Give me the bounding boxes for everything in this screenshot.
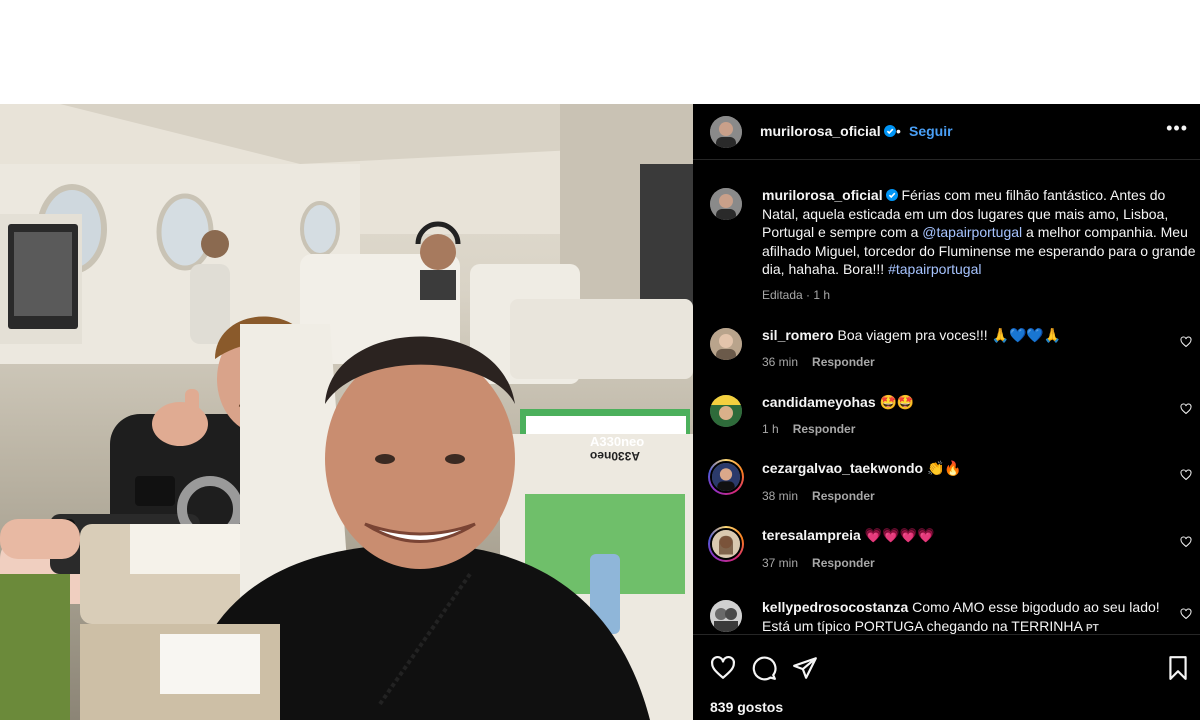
comment-body: 💗💗💗💗 — [864, 527, 935, 543]
reply-button[interactable]: Responder — [793, 422, 856, 436]
heart-icon[interactable] — [1180, 536, 1192, 548]
comment-text: sil_romero Boa viagem pra voces!!! 🙏💙💙🙏 — [762, 326, 1172, 345]
avatar-image — [710, 188, 742, 220]
comment-time: 1 h — [762, 422, 779, 436]
follow-button[interactable]: Seguir — [909, 123, 953, 139]
comment-meta: 38 min Responder — [762, 489, 875, 503]
commenter-username[interactable]: sil_romero — [762, 327, 834, 343]
photo-label-2: A330neo — [590, 449, 640, 463]
comment-text: teresalampreia 💗💗💗💗 — [762, 526, 1172, 545]
author-avatar[interactable] — [710, 116, 742, 148]
avatar-image — [710, 395, 742, 427]
comment-meta: 1 h Responder — [762, 422, 855, 436]
story-ring[interactable] — [708, 526, 744, 562]
commenter-avatar — [710, 461, 742, 493]
verified-badge-icon — [885, 189, 898, 201]
comment-body: Boa viagem pra voces!!! 🙏💙💙🙏 — [837, 327, 1062, 343]
author-username-text: murilorosa_oficial — [760, 123, 881, 139]
caption-time: 1 h — [813, 287, 831, 302]
commenter-avatar[interactable] — [710, 600, 742, 632]
heart-icon[interactable] — [1180, 403, 1192, 415]
caption-mention-link[interactable]: @tapairportugal — [922, 224, 1022, 240]
heart-icon[interactable] — [1180, 469, 1192, 481]
reply-button[interactable]: Responder — [812, 556, 875, 570]
action-bar: 839 gostos — [693, 634, 1200, 720]
comment-time: 36 min — [762, 355, 799, 369]
heart-icon[interactable] — [710, 655, 736, 681]
avatar-image — [712, 463, 740, 491]
post-header: murilorosa_oficial • Seguir ••• — [693, 104, 1200, 160]
commenter-username[interactable]: cezargalvao_taekwondo — [762, 460, 923, 476]
commenter-username[interactable]: candidameyohas — [762, 394, 876, 410]
post-photo[interactable]: A330neo A330neo — [0, 104, 693, 720]
reply-button[interactable]: Responder — [812, 489, 875, 503]
language-tag: PT — [1085, 622, 1099, 634]
story-ring[interactable] — [708, 459, 744, 495]
bookmark-icon[interactable] — [1165, 655, 1191, 681]
caption-body: murilorosa_oficial Férias com meu filhão… — [762, 186, 1200, 304]
avatar-image — [710, 116, 742, 148]
comment-text: candidameyohas 🤩🤩 — [762, 393, 1172, 412]
commenter-avatar[interactable] — [710, 328, 742, 360]
author-username[interactable]: murilorosa_oficial — [760, 123, 896, 139]
caption-username[interactable]: murilorosa_oficial — [762, 187, 883, 203]
verified-badge-icon — [883, 125, 896, 137]
caption-meta: Editada · 1 h — [762, 287, 831, 302]
photo-label-1: A330neo — [590, 434, 644, 449]
heart-icon[interactable] — [1180, 336, 1192, 348]
avatar-image — [710, 600, 742, 632]
comment-time: 37 min — [762, 556, 799, 570]
reply-button[interactable]: Responder — [812, 355, 875, 369]
comment-time: 38 min — [762, 489, 799, 503]
separator-dot: • — [896, 123, 901, 139]
caption-hashtag-link[interactable]: #tapairportugal — [888, 261, 981, 277]
commenter-username[interactable]: kellypedrosocostanza — [762, 599, 908, 615]
commenter-avatar[interactable] — [710, 395, 742, 427]
comment-meta: 36 min Responder — [762, 355, 875, 369]
heart-icon[interactable] — [1180, 608, 1192, 620]
comment-meta: 37 min Responder — [762, 556, 875, 570]
comment-text: cezargalvao_taekwondo 👏🔥 — [762, 459, 1172, 478]
avatar-image — [710, 328, 742, 360]
avatar-image — [712, 530, 740, 558]
comment-text: kellypedrosocostanza Como AMO esse bigod… — [762, 598, 1172, 638]
post-side-panel: murilorosa_oficial • Seguir ••• muriloro… — [693, 104, 1200, 720]
edited-label: Editada — [762, 287, 803, 302]
commenter-username[interactable]: teresalampreia — [762, 527, 861, 543]
more-options-icon[interactable]: ••• — [1166, 118, 1188, 139]
commenter-avatar — [710, 528, 742, 560]
share-icon[interactable] — [792, 655, 818, 681]
likes-count[interactable]: 839 gostos — [710, 699, 783, 715]
comment-body: 👏🔥 — [926, 460, 962, 476]
caption-author-avatar[interactable] — [710, 188, 742, 220]
post-photo-illustration: A330neo A330neo — [0, 104, 693, 720]
comment-body: 🤩🤩 — [879, 394, 915, 410]
comment-icon[interactable] — [751, 655, 777, 681]
